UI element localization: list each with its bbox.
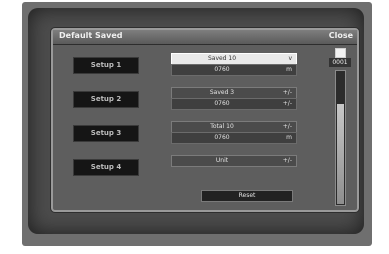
setup-row-4: Setup 4 Unit +/-	[53, 154, 303, 180]
level-readout: 0001	[329, 58, 351, 67]
setup-value: Saved 10	[207, 55, 237, 62]
square-icon	[335, 48, 346, 58]
setup-unit: +/-	[282, 123, 292, 130]
setup-unit: +/-	[282, 157, 292, 164]
reset-button[interactable]: Reset	[201, 190, 293, 202]
level-panel: 0001	[329, 48, 351, 206]
setup-value: 0760	[214, 134, 230, 141]
setup-value: Unit	[215, 157, 229, 164]
setup-row-1: Setup 1 Saved 10 v 0760 m	[53, 52, 303, 78]
close-button[interactable]: Close	[329, 31, 353, 40]
level-slider[interactable]	[335, 70, 346, 206]
setup-value: Total 10	[210, 123, 234, 130]
setup-label[interactable]: Setup 3	[73, 125, 139, 142]
setup-value-field[interactable]: Unit +/-	[171, 155, 297, 167]
level-fill	[337, 103, 344, 204]
setup-label[interactable]: Setup 4	[73, 159, 139, 176]
setup-unit: v	[288, 55, 292, 62]
dialog-titlebar: Default Saved Close	[53, 30, 357, 45]
setup-value-field[interactable]: 0760 m	[171, 132, 297, 144]
monitor-bezel: Default Saved Close Setup 1 Saved 10 v 0…	[22, 2, 372, 246]
setup-value-field[interactable]: 0760 +/-	[171, 98, 297, 110]
settings-dialog: Default Saved Close Setup 1 Saved 10 v 0…	[51, 28, 359, 212]
setup-value: Saved 3	[209, 89, 235, 96]
screen: Default Saved Close Setup 1 Saved 10 v 0…	[28, 8, 364, 234]
setup-unit: m	[286, 134, 292, 141]
setup-unit: +/-	[282, 100, 292, 107]
setup-value-field[interactable]: 0760 m	[171, 64, 297, 76]
setup-unit: +/-	[282, 89, 292, 96]
setup-value: 0760	[214, 66, 230, 73]
setup-unit: m	[286, 66, 292, 73]
setup-row-2: Setup 2 Saved 3 +/- 0760 +/-	[53, 86, 303, 112]
setup-value: 0760	[214, 100, 230, 107]
setup-label[interactable]: Setup 2	[73, 91, 139, 108]
dialog-title: Default Saved	[59, 31, 123, 40]
setup-label[interactable]: Setup 1	[73, 57, 139, 74]
setup-row-3: Setup 3 Total 10 +/- 0760 m	[53, 120, 303, 146]
